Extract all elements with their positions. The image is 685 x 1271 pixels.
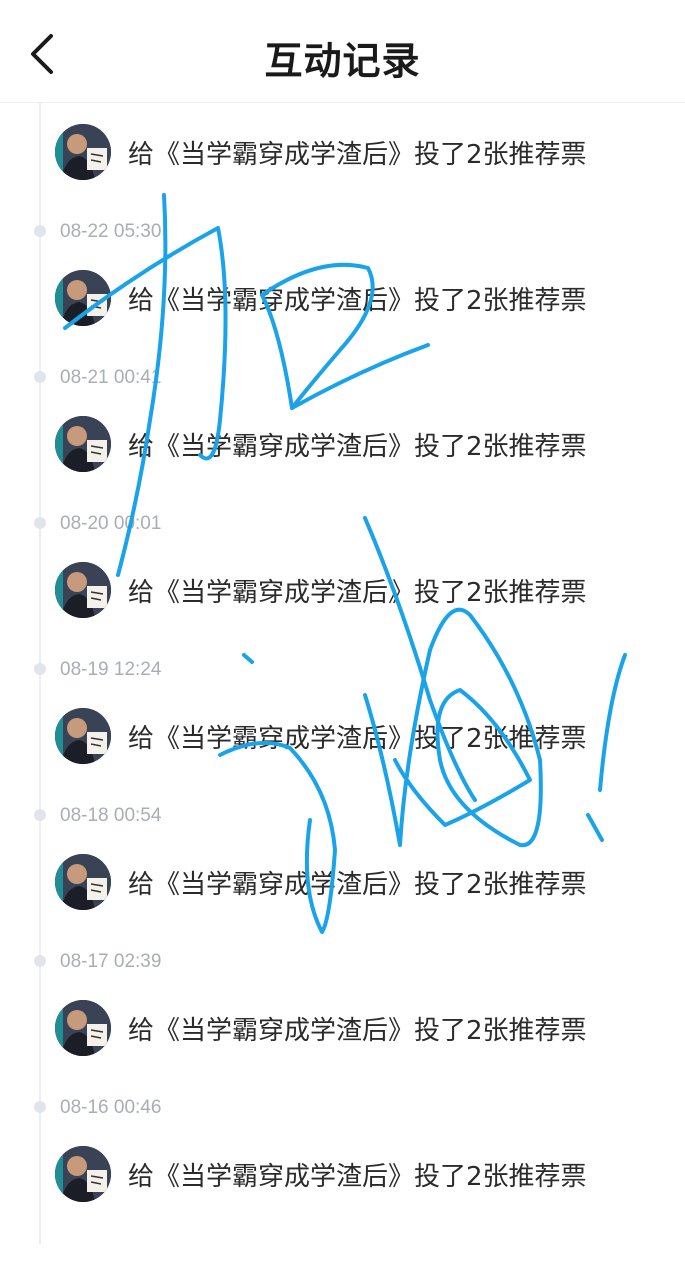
interaction-row[interactable]: 给《当学霸穿成学渣后》投了2张推荐票 (55, 561, 587, 619)
timestamp: 08-18 00:54 (60, 805, 162, 826)
timestamp: 08-21 00:41 (60, 367, 162, 388)
timeline-dot (34, 809, 46, 821)
interaction-text: 给《当学霸穿成学渣后》投了2张推荐票 (128, 431, 587, 462)
interaction-text: 给《当学霸穿成学渣后》投了2张推荐票 (128, 723, 587, 754)
timestamp: 08-17 02:39 (60, 951, 162, 972)
interaction-row[interactable]: 给《当学霸穿成学渣后》投了2张推荐票 (55, 1145, 587, 1203)
timestamp: 08-22 05:30 (60, 221, 162, 242)
interaction-text: 给《当学霸穿成学渣后》投了2张推荐票 (128, 285, 587, 316)
interaction-row[interactable]: 给《当学霸穿成学渣后》投了2张推荐票 (55, 123, 587, 181)
timeline-dot (34, 517, 46, 529)
interaction-row[interactable]: 给《当学霸穿成学渣后》投了2张推荐票 (55, 999, 587, 1057)
timeline-dot (34, 1101, 46, 1113)
timeline-dot (34, 663, 46, 675)
interaction-row[interactable]: 给《当学霸穿成学渣后》投了2张推荐票 (55, 707, 587, 765)
page-title: 互动记录 (264, 38, 421, 83)
timestamp: 08-19 12:24 (60, 659, 162, 680)
list-item: 08-16 00:46 给《当学霸穿成学渣后》投了2张推荐票 (0, 1097, 685, 1271)
avatar (55, 1146, 111, 1202)
timeline-dot (34, 225, 46, 237)
timeline-dot (34, 371, 46, 383)
interaction-row[interactable]: 给《当学霸穿成学渣后》投了2张推荐票 (55, 853, 587, 911)
interaction-text: 给《当学霸穿成学渣后》投了2张推荐票 (128, 577, 587, 608)
avatar (55, 124, 111, 180)
top-bar: 互动记录 (0, 0, 685, 103)
avatar (55, 854, 111, 910)
timestamp: 08-16 00:46 (60, 1097, 162, 1118)
avatar (55, 708, 111, 764)
interaction-text: 给《当学霸穿成学渣后》投了2张推荐票 (128, 1161, 587, 1192)
timeline-dot (34, 955, 46, 967)
interaction-text: 给《当学霸穿成学渣后》投了2张推荐票 (128, 139, 587, 170)
interaction-text: 给《当学霸穿成学渣后》投了2张推荐票 (128, 869, 587, 900)
interaction-row[interactable]: 给《当学霸穿成学渣后》投了2张推荐票 (55, 415, 587, 473)
avatar (55, 270, 111, 326)
timestamp: 08-20 00:01 (60, 513, 162, 534)
interaction-row[interactable]: 给《当学霸穿成学渣后》投了2张推荐票 (55, 269, 587, 327)
avatar (55, 416, 111, 472)
avatar (55, 1000, 111, 1056)
interaction-text: 给《当学霸穿成学渣后》投了2张推荐票 (128, 1015, 587, 1046)
interaction-list: 给《当学霸穿成学渣后》投了2张推荐票 08-22 05:30 给《当学霸穿成学渣… (0, 103, 685, 1271)
avatar (55, 562, 111, 618)
